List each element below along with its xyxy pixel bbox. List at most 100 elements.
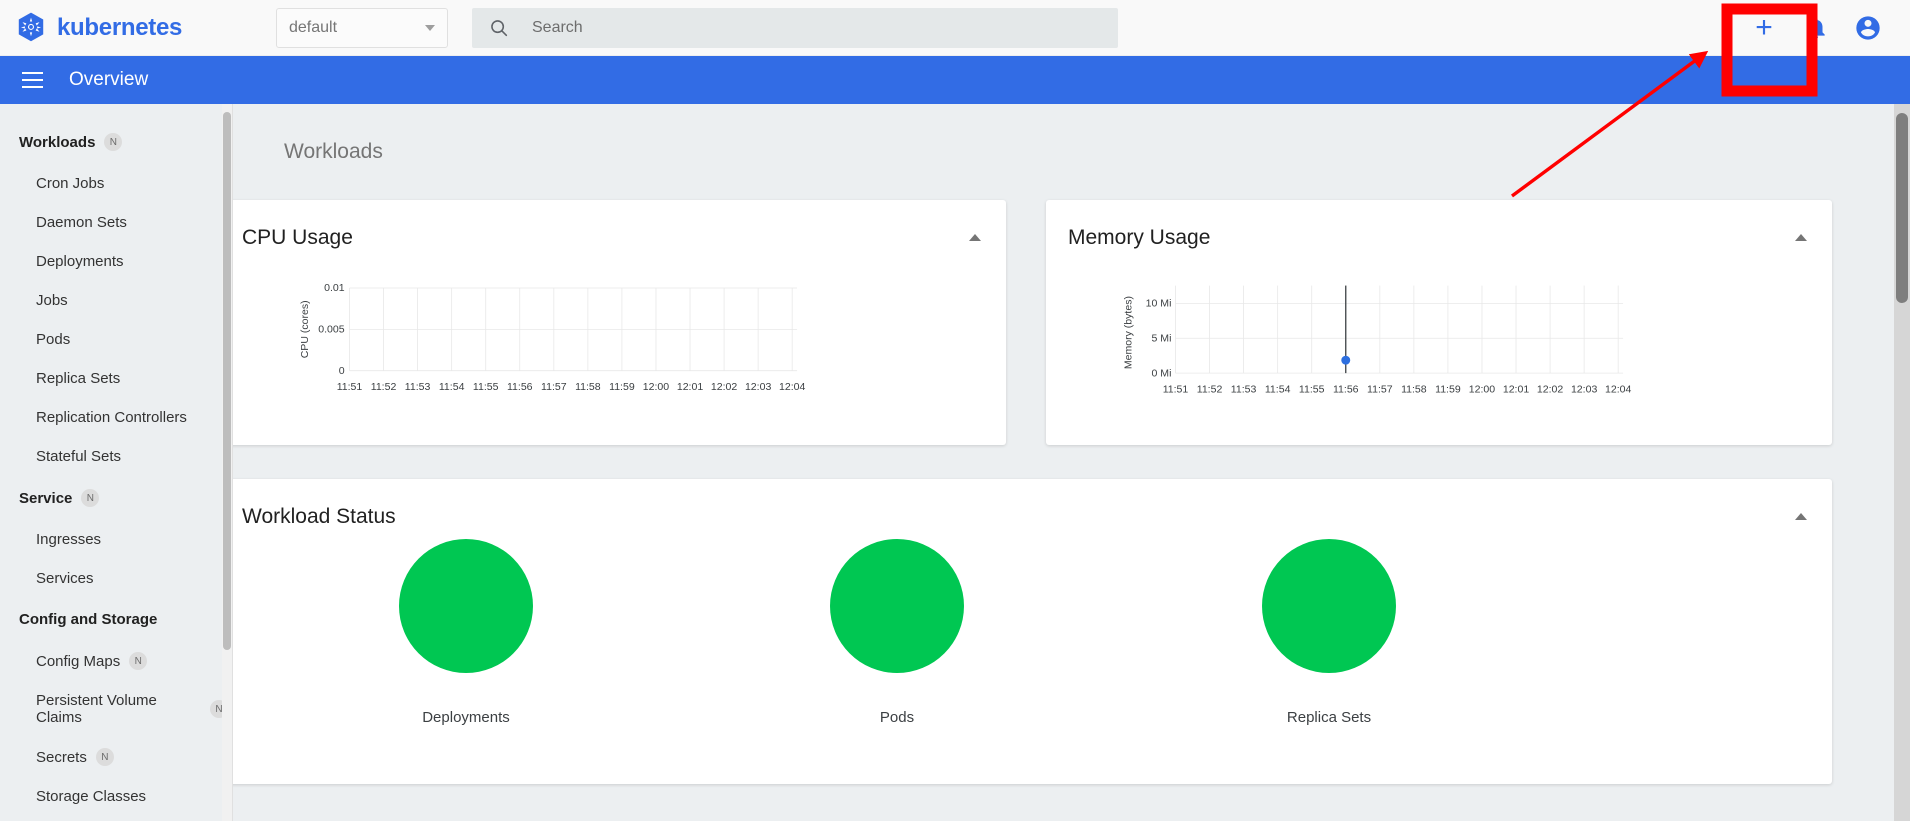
sidebar-item-secrets[interactable]: Secrets N [0, 737, 228, 777]
sidebar-item-deployments[interactable]: Deployments [0, 242, 228, 281]
sidebar-item-jobs[interactable]: Jobs [0, 281, 228, 320]
svg-text:12:04: 12:04 [1605, 384, 1631, 396]
sidebar-group-service[interactable]: Service N [0, 476, 228, 520]
svg-text:0 Mi: 0 Mi [1152, 367, 1172, 379]
sidebar-item-badge: N [129, 652, 148, 670]
svg-text:12:01: 12:01 [677, 381, 703, 393]
sidebar-item-label: Persistent Volume Claims [36, 692, 157, 726]
svg-text:11:53: 11:53 [405, 381, 431, 393]
status-circle-pods [830, 539, 964, 673]
svg-text:0.01: 0.01 [324, 282, 345, 294]
notifications-button[interactable] [1792, 4, 1840, 52]
sidebar-group-badge: N [81, 489, 100, 507]
cpu-usage-card: CPU Usage CPU (cores) 0.01 0.005 0 11:51… [233, 200, 1006, 445]
svg-text:12:02: 12:02 [711, 381, 737, 393]
status-circle-deployments [399, 539, 533, 673]
sidebar-item-label: Secrets [36, 748, 87, 766]
window-scrollbar-thumb[interactable] [1896, 113, 1908, 303]
svg-text:10 Mi: 10 Mi [1146, 298, 1172, 310]
sidebar-group-label: Config and Storage [19, 611, 158, 628]
sidebar-item-daemon-sets[interactable]: Daemon Sets [0, 203, 228, 242]
sidebar-item-ingresses[interactable]: Ingresses [0, 520, 228, 559]
sidebar-item-cron-jobs[interactable]: Cron Jobs [0, 164, 228, 203]
svg-text:11:59: 11:59 [609, 381, 635, 393]
notifications-bell-icon [1807, 17, 1825, 39]
sidebar-item-storage-classes[interactable]: Storage Classes [0, 777, 228, 816]
memory-chart-data-point [1341, 355, 1351, 365]
svg-text:12:01: 12:01 [1503, 384, 1529, 396]
svg-text:11:56: 11:56 [1333, 384, 1359, 396]
sidebar-item-label: Daemon Sets [36, 214, 127, 231]
sidebar-item-label: Replica Sets [36, 370, 121, 387]
svg-text:12:03: 12:03 [1571, 384, 1597, 396]
svg-text:11:55: 11:55 [473, 381, 499, 393]
sidebar-item-label: Ingresses [36, 531, 102, 548]
workload-status-replica-sets[interactable]: Replica Sets [1179, 539, 1479, 726]
search-placeholder: Search [532, 18, 583, 36]
sidebar-item-replica-sets[interactable]: Replica Sets [0, 359, 228, 398]
workload-status-pods[interactable]: Pods [747, 539, 1047, 726]
sidebar-group-cluster[interactable]: Cluster [0, 816, 228, 821]
svg-text:11:55: 11:55 [1299, 384, 1325, 396]
sidebar-item-label: Replication Controllers [36, 409, 187, 426]
chevron-down-icon [425, 24, 435, 31]
top-bar: kubernetes default Search + [0, 0, 1910, 56]
memory-usage-card: Memory Usage Memory (bytes) 10 Mi 5 Mi 0… [1046, 200, 1832, 445]
sidebar-item-services[interactable]: Services [0, 559, 228, 598]
sidebar-item-replication-controllers[interactable]: Replication Controllers [0, 398, 228, 437]
sidebar-item-label: Config Maps [36, 652, 121, 670]
sidebar-item-badge: N [95, 748, 114, 766]
svg-text:11:58: 11:58 [1401, 384, 1427, 396]
workload-status-card: Workload Status Deployments Pods Replica… [233, 479, 1832, 784]
top-bar-actions: + [1740, 4, 1892, 52]
sidebar-item-config-maps[interactable]: Config Maps N [0, 641, 228, 681]
menu-toggle-icon[interactable] [12, 60, 52, 100]
svg-text:11:57: 11:57 [541, 381, 567, 393]
create-resource-button[interactable]: + [1740, 4, 1788, 52]
memory-usage-title: Memory Usage [1068, 226, 1211, 249]
svg-text:0: 0 [339, 365, 345, 377]
namespace-value: default [289, 18, 338, 36]
svg-text:11:52: 11:52 [1197, 384, 1223, 396]
svg-text:12:00: 12:00 [1469, 384, 1495, 396]
workload-status-deployments[interactable]: Deployments [316, 539, 616, 726]
sidebar-item-pods[interactable]: Pods [0, 320, 228, 359]
svg-text:11:54: 11:54 [1265, 384, 1291, 396]
status-label-pods: Pods [879, 709, 915, 726]
sidebar-group-label: Service [19, 489, 73, 507]
sidebar-group-workloads[interactable]: Workloads N [0, 120, 228, 164]
sidebar-item-label: Storage Classes [36, 788, 147, 805]
brand[interactable]: kubernetes [14, 11, 254, 45]
sidebar-item-label: Services [36, 570, 94, 587]
cpu-usage-collapse-icon[interactable] [969, 234, 981, 241]
svg-text:0.005: 0.005 [318, 324, 344, 336]
sidebar-group-config-and-storage[interactable]: Config and Storage [0, 598, 228, 641]
status-label-replica-sets: Replica Sets [1286, 709, 1372, 726]
namespace-selector[interactable]: default [276, 7, 448, 48]
status-circle-replica-sets [1262, 539, 1396, 673]
section-heading-workloads: Workloads [284, 140, 383, 163]
workload-status-collapse-icon[interactable] [1795, 513, 1807, 520]
svg-text:5 Mi: 5 Mi [1152, 333, 1172, 345]
svg-text:11:51: 11:51 [337, 381, 363, 393]
svg-text:11:58: 11:58 [575, 381, 601, 393]
search-icon [491, 19, 508, 36]
svg-text:11:53: 11:53 [1231, 384, 1257, 396]
sidebar-item-stateful-sets[interactable]: Stateful Sets [0, 437, 228, 476]
svg-text:12:03: 12:03 [745, 381, 771, 393]
cpu-usage-title: CPU Usage [242, 226, 353, 249]
page-header-bar: Overview [0, 56, 1910, 104]
account-button[interactable] [1844, 4, 1892, 52]
status-label-deployments: Deployments [422, 709, 510, 726]
sidebar-item-label: Pods [36, 331, 71, 348]
sidebar-group-badge: N [104, 133, 123, 151]
sidebar-nav[interactable]: Workloads N Cron Jobs Daemon Sets Deploy… [0, 104, 228, 821]
search-field[interactable]: Search [472, 7, 1118, 48]
sidebar-scrollbar-thumb[interactable] [223, 112, 231, 650]
sidebar-item-persistent-volume-claims[interactable]: Persistent Volume Claims N [0, 681, 228, 737]
memory-usage-collapse-icon[interactable] [1795, 234, 1807, 241]
svg-text:11:52: 11:52 [371, 381, 397, 393]
plus-icon: + [1755, 10, 1773, 44]
svg-text:11:59: 11:59 [1435, 384, 1461, 396]
account-circle-icon [1856, 15, 1880, 40]
